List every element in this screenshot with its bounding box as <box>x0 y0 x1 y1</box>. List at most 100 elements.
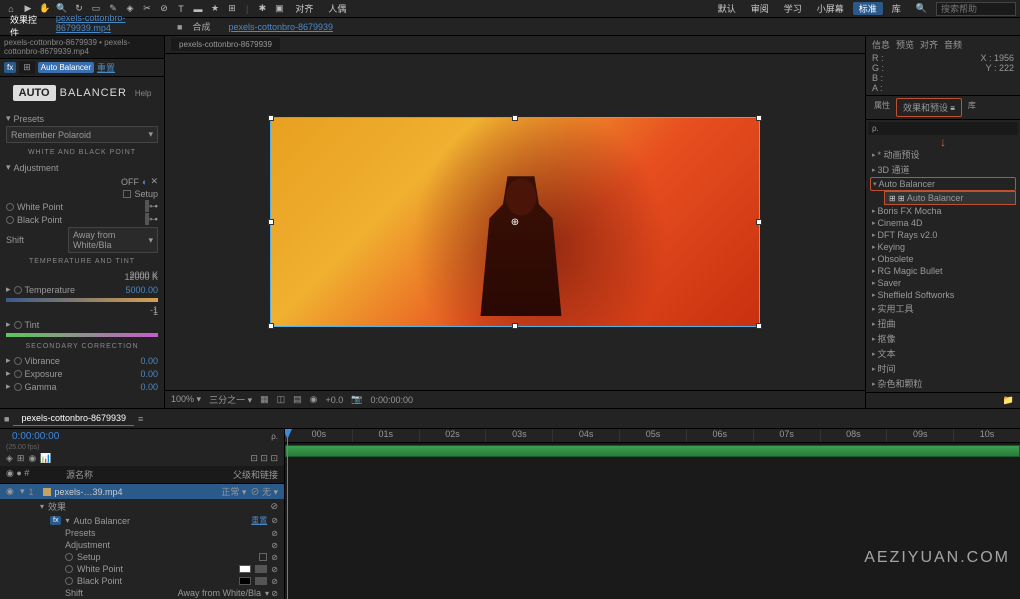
handle-bm[interactable] <box>512 323 518 329</box>
tab-effects-presets[interactable]: 效果和预设 ≡ <box>896 98 962 117</box>
workspace-default[interactable]: 默认 <box>712 2 742 15</box>
workspace-learn[interactable]: 学习 <box>778 2 808 15</box>
resolution-dropdown[interactable]: 三分之一 ▾ <box>209 393 252 406</box>
canvas-frame[interactable]: ⊕ <box>270 117 760 327</box>
switches-icon[interactable]: ⊡ ⊡ ⊡ <box>250 453 278 464</box>
timeline-tab[interactable]: pexels-cottonbro-8679939 <box>13 411 134 426</box>
tool-brush-icon[interactable]: ▬ <box>191 2 205 16</box>
time-ruler[interactable]: 00s01s02s03s04s05s06s07s08s09s10s <box>285 429 1020 443</box>
prop-white-point[interactable]: White Point ⊘ <box>0 563 284 575</box>
cat-keying[interactable]: ▸Keying <box>870 241 1016 253</box>
anchor-icon[interactable]: ⊕ <box>510 217 520 227</box>
snapshot-icon[interactable]: 📷 <box>351 394 362 405</box>
puppet-label[interactable]: 人偶 <box>322 2 352 15</box>
graph-icon[interactable]: 📊 <box>40 453 51 464</box>
timeline-search[interactable]: ρ. <box>271 432 278 441</box>
tool-star-icon[interactable]: ★ <box>208 2 222 16</box>
effects-list[interactable]: ▸* 动画预设 ▸3D 通道 ▾Auto Balancer ⊞ ⊞ Auto B… <box>866 147 1020 392</box>
parent-dropdown[interactable]: ⊘ 无 ▾ <box>250 485 278 498</box>
handle-br[interactable] <box>756 323 762 329</box>
preset-dropdown[interactable]: Remember Polaroid▾ <box>6 126 158 143</box>
workspace-small[interactable]: 小屏幕 <box>811 2 850 15</box>
exposure-adjust[interactable]: +0.0 <box>326 395 344 405</box>
temperature-value[interactable]: 5000.00 <box>125 285 158 295</box>
layer-fx-row[interactable]: ▾ 效果⊘ <box>0 499 284 514</box>
tab-library[interactable]: 库 <box>962 98 982 117</box>
workspace-library[interactable]: 库 <box>886 2 907 15</box>
cat-utility[interactable]: ▸实用工具 <box>870 301 1016 316</box>
motion-blur-icon[interactable]: ◉ <box>28 453 36 464</box>
tool-grid-icon[interactable]: ⊞ <box>225 2 239 16</box>
stopwatch-icon[interactable] <box>6 216 14 224</box>
shy-icon[interactable]: ◈ <box>6 453 13 464</box>
stopwatch-icon[interactable] <box>14 357 22 365</box>
layer-fx-name[interactable]: fx ▾ Auto Balancer重置 ⊘ <box>0 514 284 527</box>
handle-mr[interactable] <box>756 219 762 225</box>
handle-tm[interactable] <box>512 115 518 121</box>
guide-icon[interactable]: ▤ <box>293 394 302 405</box>
tab-audio[interactable]: 音频 <box>944 38 962 51</box>
cat-saver[interactable]: ▸Saver <box>870 277 1016 289</box>
comp-name-link[interactable]: pexels-cottonbro-8679939 <box>220 20 341 34</box>
adjustment-header[interactable]: ▾Adjustment <box>0 160 164 175</box>
reset-link[interactable]: 重置 <box>97 61 115 74</box>
tab-info[interactable]: 信息 <box>872 38 890 51</box>
exposure-value[interactable]: 0.00 <box>140 369 158 379</box>
new-folder-icon[interactable]: 📁 <box>1003 395 1014 405</box>
cat-text[interactable]: ▸文本 <box>870 346 1016 361</box>
help-link[interactable]: Help <box>135 89 151 98</box>
handle-bl[interactable] <box>268 323 274 329</box>
stopwatch-icon[interactable] <box>14 370 22 378</box>
eye-icon[interactable]: ◉ <box>6 486 16 497</box>
viewer-timecode[interactable]: 0:00:00:00 <box>371 395 414 405</box>
layer-tab[interactable]: pexels-cottonbro-8679939 <box>171 38 280 51</box>
stopwatch-icon[interactable] <box>6 203 14 211</box>
shift-dropdown[interactable]: Away from White/Bla▾ <box>68 227 158 253</box>
timecode[interactable]: 0:00:00:00 <box>6 429 65 444</box>
vibrance-value[interactable]: 0.00 <box>140 356 158 366</box>
channel-icon[interactable]: ◉ <box>310 394 318 405</box>
col-source[interactable]: 源名称 <box>66 468 233 481</box>
prop-black-point[interactable]: Black Point ⊘ <box>0 575 284 587</box>
temperature-slider[interactable] <box>6 298 158 302</box>
cat-distort[interactable]: ▸扭曲 <box>870 316 1016 331</box>
cat-rg[interactable]: ▸RG Magic Bullet <box>870 265 1016 277</box>
tool-extra2-icon[interactable]: ▣ <box>272 2 286 16</box>
handle-tl[interactable] <box>268 115 274 121</box>
tint-slider[interactable] <box>6 333 158 337</box>
mode-dropdown[interactable]: 正常 ▾ <box>221 485 246 498</box>
prop-presets[interactable]: Presets⊘ <box>0 527 284 539</box>
col-parent[interactable]: 父级和链接 <box>233 468 278 481</box>
prop-adjustment[interactable]: Adjustment⊘ <box>0 539 284 551</box>
search-help-input[interactable] <box>936 2 1016 16</box>
cat-noise[interactable]: ▸杂色和颗粒 <box>870 376 1016 391</box>
handle-tr[interactable] <box>756 115 762 121</box>
tab-preview[interactable]: 预览 <box>896 38 914 51</box>
cat-boris[interactable]: ▸Boris FX Mocha <box>870 205 1016 217</box>
tool-extra1-icon[interactable]: ✱ <box>255 2 269 16</box>
cat-time[interactable]: ▸时间 <box>870 361 1016 376</box>
cat-c4d[interactable]: ▸Cinema 4D <box>870 217 1016 229</box>
mask-icon[interactable]: ◫ <box>277 394 286 405</box>
composition-viewer[interactable]: ⊕ <box>165 54 865 390</box>
grid-icon[interactable]: ▦ <box>260 394 269 405</box>
cat-dft[interactable]: ▸DFT Rays v2.0 <box>870 229 1016 241</box>
fx-toggle-icon[interactable]: ⊞ <box>17 453 25 464</box>
workspace-standard[interactable]: 标准 <box>853 2 883 15</box>
current-time-indicator[interactable] <box>287 429 288 599</box>
layer-row-1[interactable]: ◉▾1 pexels-…39.mp4 正常 ▾ ⊘ 无 ▾ <box>0 484 284 499</box>
workspace-review[interactable]: 审阅 <box>745 2 775 15</box>
snap-toggle[interactable]: 对齐 <box>289 2 319 15</box>
cat-anim-presets[interactable]: ▸* 动画预设 <box>870 147 1016 162</box>
effect-header[interactable]: fx ⊞ Auto Balancer 重置 <box>0 59 164 77</box>
prop-shift[interactable]: ShiftAway from White/Bla ▾ ⊘ <box>0 587 284 599</box>
cat-sheffield[interactable]: ▸Sheffield Softworks <box>870 289 1016 301</box>
effect-name[interactable]: Auto Balancer <box>38 62 94 73</box>
cat-obsolete[interactable]: ▸Obsolete <box>870 253 1016 265</box>
zoom-dropdown[interactable]: 100% ▾ <box>171 394 201 405</box>
prop-setup[interactable]: Setup ⊘ <box>0 551 284 563</box>
handle-ml[interactable] <box>268 219 274 225</box>
cat-3d-channel[interactable]: ▸3D 通道 <box>870 162 1016 177</box>
video-track-bar[interactable] <box>285 445 1020 457</box>
presets-header[interactable]: ▾Presets <box>6 111 158 126</box>
